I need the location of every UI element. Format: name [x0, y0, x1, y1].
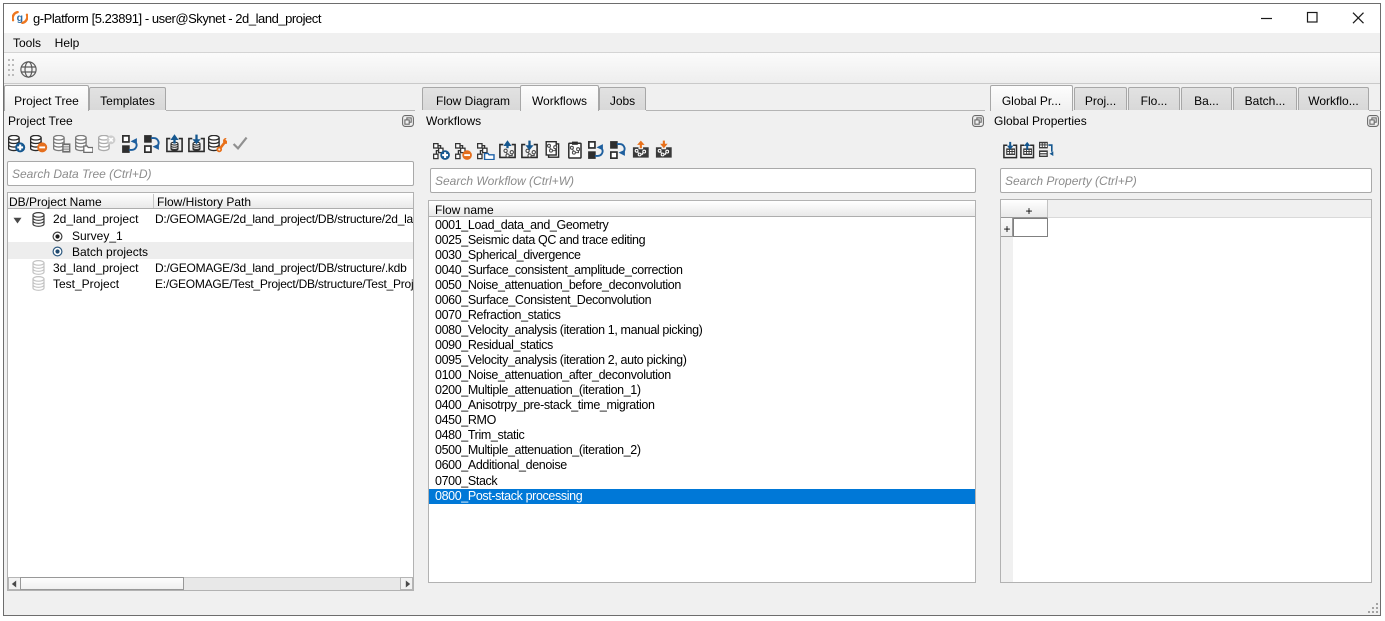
svg-text:g: g: [17, 12, 23, 24]
